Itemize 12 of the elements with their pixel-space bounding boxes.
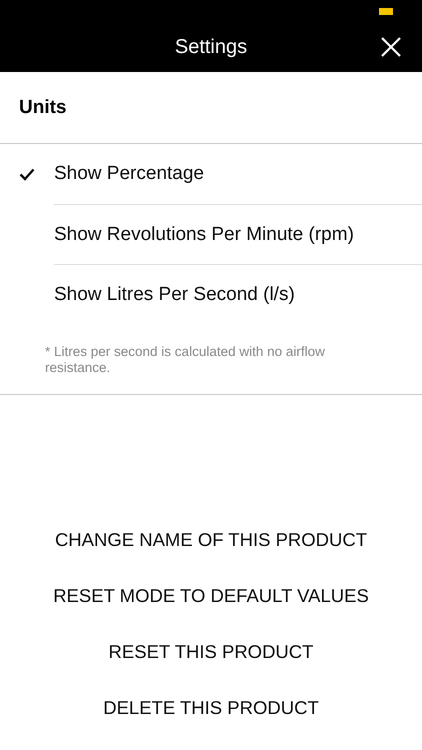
battery-icon <box>379 8 393 15</box>
action-button[interactable]: CHANGE NAME OF THIS PRODUCT <box>54 528 368 552</box>
action-button[interactable]: DELETE THIS PRODUCT <box>103 696 319 720</box>
action-button[interactable]: RESET MODE TO DEFAULT VALUES <box>53 584 369 608</box>
unit-option[interactable]: Show Litres Per Second (l/s) <box>54 284 295 306</box>
section-title: Units <box>19 96 66 118</box>
footnote: * Litres per second is calculated with no airflow resistance. <box>45 344 325 375</box>
window-title: Settings <box>174 35 248 59</box>
action-button[interactable]: RESET THIS PRODUCT <box>108 640 314 664</box>
close-button[interactable] <box>380 36 402 58</box>
unit-option[interactable]: Show Revolutions Per Minute (rpm) <box>54 224 354 246</box>
unit-option[interactable]: Show Percentage <box>54 163 204 185</box>
